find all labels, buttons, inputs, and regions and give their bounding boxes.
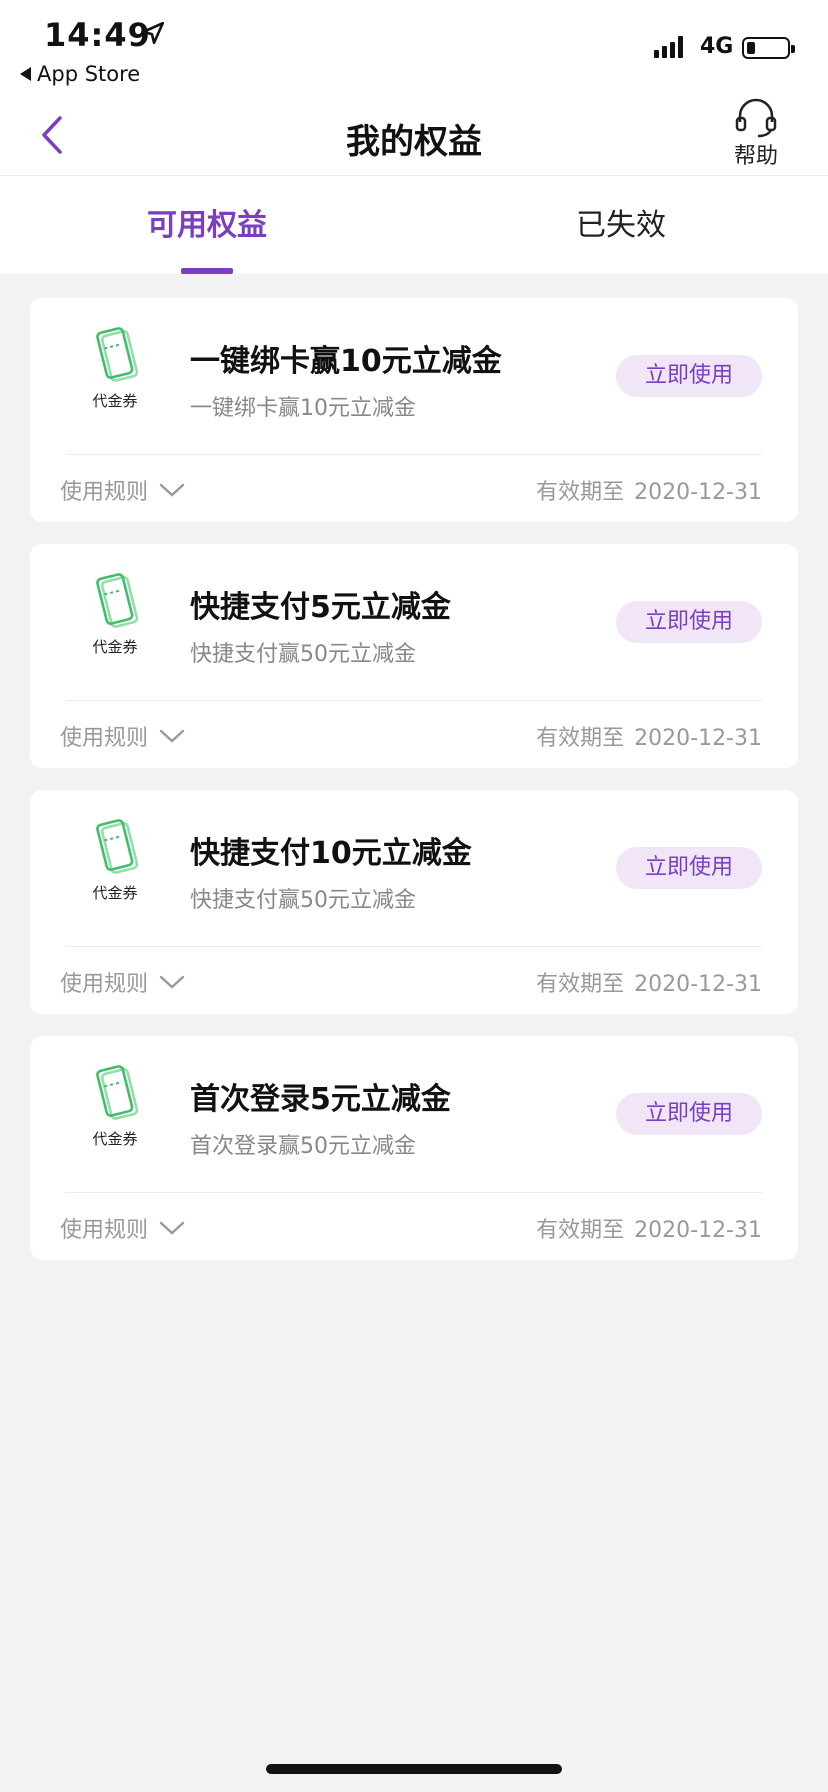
tab-available[interactable]: 可用权益 [0,176,414,274]
usage-rules-toggle[interactable]: 使用规则 [60,966,186,998]
back-to-app-store[interactable]: App Store [20,62,140,86]
tab-expired[interactable]: 已失效 [414,176,828,274]
use-now-button[interactable]: 立即使用 [616,355,762,397]
headset-icon [735,98,777,138]
location-arrow-icon [141,21,165,45]
coupon-subtitle: 首次登录赢50元立减金 [190,1134,416,1159]
expiry-date: 2020-12-31 [634,972,762,997]
top-area: 14:49 App Store 4G 我的权益 帮助 可用权益 已失效 [0,0,828,274]
tab-available-label: 可用权益 [147,208,267,243]
expiry-date: 2020-12-31 [634,480,762,505]
usage-rules-label: 使用规则 [60,480,149,505]
usage-rules-toggle[interactable]: 使用规则 [60,1212,186,1244]
signal-strength-icon [654,36,683,58]
expiry-label: 有效期至 [536,480,625,505]
tab-bar: 可用权益 已失效 [0,176,828,274]
coupon-type-label: 代金券 [92,638,138,656]
tab-active-underline [181,268,233,274]
coupon-subtitle: 快捷支付赢50元立减金 [190,888,416,913]
usage-rules-label: 使用规则 [60,726,149,751]
ticket-icon [96,1065,139,1120]
back-triangle-icon [20,67,31,81]
help-button[interactable]: 帮助 [724,98,788,170]
page-title: 我的权益 [346,122,482,162]
coupon-title: 快捷支付5元立减金 [190,590,451,625]
expiry-info: 有效期至 2020-12-31 [536,1212,762,1244]
chevron-down-icon [159,1221,185,1235]
expiry-date: 2020-12-31 [634,726,762,751]
usage-rules-label: 使用规则 [60,1218,149,1243]
divider [66,454,762,455]
coupon-badge: 代金券 [80,816,150,903]
expiry-info: 有效期至 2020-12-31 [536,966,762,998]
expiry-info: 有效期至 2020-12-31 [536,720,762,752]
coupon-badge: 代金券 [80,1062,150,1149]
coupon-card: 代金券 一键绑卡赢10元立减金 一键绑卡赢10元立减金 立即使用 使用规则 有效… [30,298,798,522]
coupon-card: 代金券 快捷支付5元立减金 快捷支付赢50元立减金 立即使用 使用规则 有效期至… [30,544,798,768]
coupon-subtitle: 一键绑卡赢10元立减金 [190,396,416,421]
expiry-date: 2020-12-31 [634,1218,762,1243]
expiry-label: 有效期至 [536,1218,625,1243]
divider [66,700,762,701]
coupon-subtitle: 快捷支付赢50元立减金 [190,642,416,667]
expiry-info: 有效期至 2020-12-31 [536,474,762,506]
tab-expired-label: 已失效 [576,208,666,243]
coupon-badge: 代金券 [80,570,150,657]
divider [66,1192,762,1193]
coupon-type-label: 代金券 [92,1130,138,1148]
expiry-label: 有效期至 [536,726,625,751]
usage-rules-toggle[interactable]: 使用规则 [60,474,186,506]
ticket-icon [96,819,139,874]
usage-rules-toggle[interactable]: 使用规则 [60,720,186,752]
home-indicator[interactable] [266,1764,562,1774]
coupon-card: 代金券 快捷支付10元立减金 快捷支付赢50元立减金 立即使用 使用规则 有效期… [30,790,798,1014]
chevron-down-icon [159,729,185,743]
chevron-down-icon [159,975,185,989]
divider [66,946,762,947]
status-time: 14:49 [44,16,151,54]
chevron-down-icon [159,483,185,497]
back-app-label: App Store [37,62,141,86]
help-label: 帮助 [733,144,778,169]
coupon-type-label: 代金券 [92,884,138,902]
coupon-title: 一键绑卡赢10元立减金 [190,344,502,379]
ticket-icon [96,327,139,382]
nav-header: 我的权益 帮助 [0,96,828,176]
coupon-title: 快捷支付10元立减金 [190,836,472,871]
use-now-button[interactable]: 立即使用 [616,601,762,643]
coupon-title: 首次登录5元立减金 [190,1082,451,1117]
coupon-list: 代金券 一键绑卡赢10元立减金 一键绑卡赢10元立减金 立即使用 使用规则 有效… [0,274,828,1260]
battery-icon [742,37,795,59]
ticket-icon [96,573,139,628]
coupon-card: 代金券 首次登录5元立减金 首次登录赢50元立减金 立即使用 使用规则 有效期至… [30,1036,798,1260]
network-type: 4G [700,34,734,59]
coupon-badge: 代金券 [80,324,150,411]
use-now-button[interactable]: 立即使用 [616,1093,762,1135]
coupon-type-label: 代金券 [92,392,138,410]
use-now-button[interactable]: 立即使用 [616,847,762,889]
status-bar: 14:49 App Store 4G [0,0,828,96]
expiry-label: 有效期至 [536,972,625,997]
usage-rules-label: 使用规则 [60,972,149,997]
